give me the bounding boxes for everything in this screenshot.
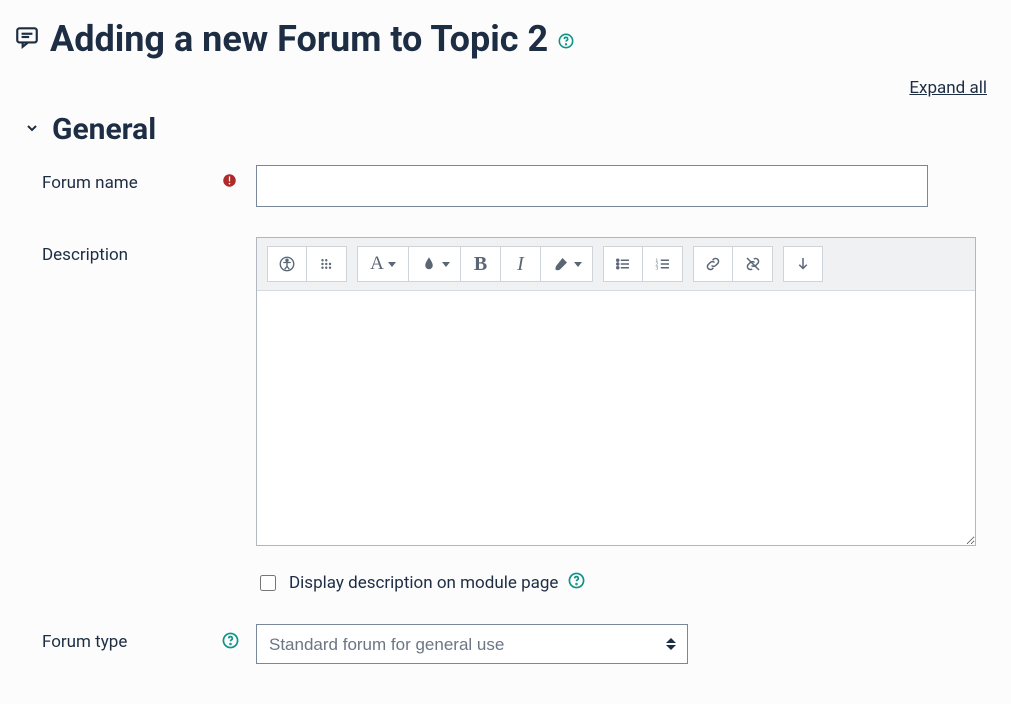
bulleted-list-button[interactable] bbox=[603, 246, 643, 282]
page-title-row: Adding a new Forum to Topic 2 bbox=[14, 18, 997, 60]
page-title: Adding a new Forum to Topic 2 bbox=[50, 18, 574, 60]
help-icon[interactable] bbox=[222, 634, 239, 653]
screenreader-icon[interactable] bbox=[307, 246, 347, 282]
expand-all-link[interactable]: Expand all bbox=[909, 78, 987, 98]
display-description-checkbox[interactable] bbox=[260, 575, 276, 591]
forum-name-label: Forum name bbox=[42, 165, 222, 193]
chevron-down-icon bbox=[24, 120, 40, 140]
expand-all-row: Expand all bbox=[14, 60, 997, 108]
forum-name-input[interactable] bbox=[256, 165, 928, 207]
description-editor: A B I bbox=[256, 237, 976, 546]
display-description-label: Display description on module page bbox=[289, 573, 558, 593]
caret-down-icon bbox=[388, 262, 396, 267]
display-description-row: Display description on module page bbox=[256, 572, 996, 594]
row-description: Description A bbox=[42, 237, 997, 594]
caret-down-icon bbox=[442, 262, 450, 267]
forum-icon bbox=[14, 24, 40, 54]
help-icon[interactable] bbox=[558, 18, 574, 60]
brush-button[interactable] bbox=[541, 246, 593, 282]
page-title-text: Adding a new Forum to Topic 2 bbox=[50, 18, 548, 60]
italic-button[interactable]: I bbox=[501, 246, 541, 282]
help-icon[interactable] bbox=[568, 572, 585, 594]
italic-letter: I bbox=[517, 253, 524, 276]
unlink-button[interactable] bbox=[733, 246, 773, 282]
text-color-button[interactable] bbox=[409, 246, 461, 282]
svg-text:3: 3 bbox=[655, 265, 658, 271]
bold-letter: B bbox=[474, 253, 487, 276]
forum-type-label: Forum type bbox=[42, 624, 222, 652]
section-general-heading: General bbox=[52, 112, 156, 147]
font-letter: A bbox=[370, 253, 384, 275]
show-more-button[interactable] bbox=[783, 246, 823, 282]
required-icon bbox=[222, 173, 237, 192]
link-button[interactable] bbox=[693, 246, 733, 282]
numbered-list-button[interactable]: 123 bbox=[643, 246, 683, 282]
editor-toolbar: A B I bbox=[257, 238, 975, 291]
row-forum-name: Forum name bbox=[42, 165, 997, 207]
description-label: Description bbox=[42, 237, 222, 265]
description-textarea[interactable] bbox=[257, 291, 975, 545]
accessibility-icon[interactable] bbox=[267, 246, 307, 282]
caret-down-icon bbox=[574, 262, 582, 267]
section-general-toggle[interactable]: General bbox=[24, 112, 997, 147]
row-forum-type: Forum type Standard forum for general us… bbox=[42, 624, 997, 664]
forum-type-select[interactable]: Standard forum for general use bbox=[256, 624, 688, 664]
bold-button[interactable]: B bbox=[461, 246, 501, 282]
font-picker-button[interactable]: A bbox=[357, 246, 409, 282]
